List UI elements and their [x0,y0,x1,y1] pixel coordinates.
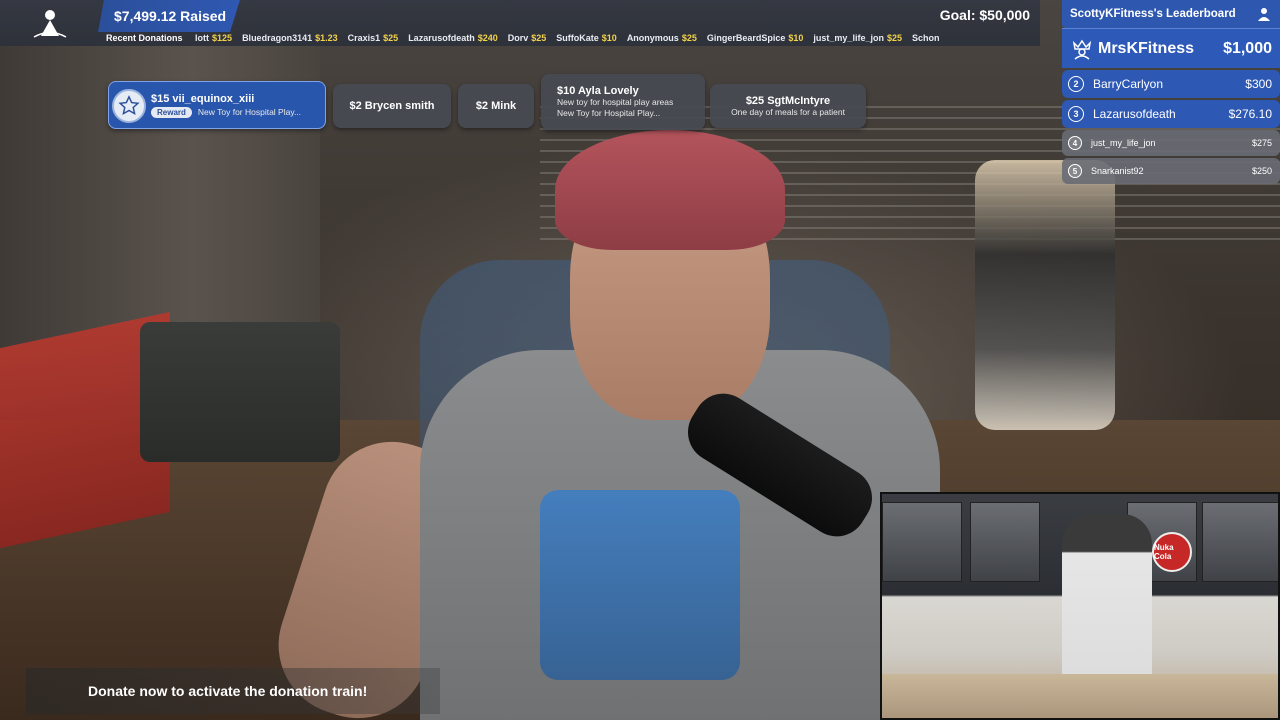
leaderboard-header: ScottyKFitness's Leaderboard [1062,0,1280,28]
st-jude-figure-icon [33,10,67,38]
donation-card: $2 Mink [458,84,534,128]
sign-text: Nuka Cola [1154,543,1174,561]
ticker-donation-amount: $10 [601,33,617,43]
leaderboard-amount: $276.10 [1228,107,1272,121]
ticker-donation-amount: $25 [681,33,697,43]
ticker-item: Lazarusofdeath $240 [408,33,498,43]
donation-card: $25 SgtMcIntyre One day of meals for a p… [710,84,866,128]
ticker-item: just_my_life_jon $25 [813,33,902,43]
ticker-donation-amount: $10 [788,33,804,43]
picture-in-picture-camera: Nuka Cola [880,492,1280,720]
leaderboard-row: 3 Lazarusofdeath $276.10 [1062,100,1280,128]
ticker-donor-name: Craxis1 [347,33,381,43]
logo [0,0,100,46]
ticker-item: Anonymous $25 [627,33,697,43]
donation-note: New Toy for Hospital Play... [557,108,661,118]
mascot-cutout [975,160,1115,430]
kitchen-cabinet [882,502,962,582]
donation-note: One day of meals for a patient [731,106,845,117]
leaderboard-amount: $275 [1251,138,1272,148]
leaderboard-top-name: MrsKFitness [1098,39,1195,57]
shirt-print [540,490,740,680]
leaderboard: ScottyKFitness's Leaderboard MrsKFitness… [1062,0,1280,184]
cook-person [1062,514,1152,684]
ticker-donation-amount: $125 [212,33,233,43]
donation-train-text: Donate now to activate the donation trai… [88,683,368,699]
ticker-item: Craxis1 $25 [348,33,399,43]
donation-title: $10 Ayla Lovely [557,85,639,97]
ticker-donation-amount: $1.23 [315,33,338,43]
ticker-label: Recent Donations [106,33,183,43]
kitchen-counter [882,674,1278,718]
leaderboard-top-amount: $1,000 [1223,39,1272,57]
streamer [260,120,950,720]
nuka-cola-sign: Nuka Cola [1152,532,1192,572]
ticker-donor-name: Bluedragon3141 [242,33,313,43]
ticker-donor-name: Lazarusofdeath [408,33,475,43]
ticker-donation-amount: $25 [383,33,399,43]
ticker-item: Bluedragon3141 $1.23 [242,33,338,43]
donation-title: $2 Mink [475,100,517,112]
ticker-item: GingerBeardSpice $10 [707,33,804,43]
goal-text: Goal: $50,000 [939,7,1030,23]
kitchen-cabinet [970,502,1040,582]
person-icon [1258,8,1270,21]
donation-card: $2 Brycen smith [333,84,451,128]
leaderboard-name: Lazarusofdeath [1093,107,1176,121]
leaderboard-top-entry: MrsKFitness $1,000 [1062,28,1280,68]
rank-badge: 5 [1068,164,1082,178]
rank-badge: 4 [1068,136,1082,150]
ticker-donor-name: GingerBeardSpice [706,33,786,43]
kitchen-cabinet [1202,502,1278,582]
ticker-item: SuffoKate $10 [556,33,617,43]
ticker-donation-amount: $25 [531,33,547,43]
donation-title: $25 SgtMcIntyre [745,94,831,107]
leaderboard-name: just_my_life_jon [1091,138,1156,148]
ticker-donor-name: Schon [911,33,940,43]
ticker-donor-name: Anonymous [626,33,679,43]
ticker-donor-name: Dorv [507,33,529,43]
leaderboard-name: BarryCarlyon [1093,77,1164,91]
leaderboard-row: 4 just_my_life_jon $275 [1062,130,1280,156]
ticker-donation-amount: $25 [886,33,902,43]
ticker-item: lott $125 [195,33,232,43]
donation-card: $10 Ayla Lovely New toy for hospital pla… [541,74,705,130]
featured-donation-note: New Toy for Hospital Play... [197,106,302,117]
ticker-item: Dorv $25 [508,33,547,43]
ticker-donation-amount: $240 [477,33,498,43]
leaderboard-amount: $300 [1245,77,1272,91]
donation-note: New toy for hospital play areas [557,97,674,107]
ticker-donor-name: SuffoKate [556,33,599,43]
leaderboard-amount: $250 [1251,166,1272,176]
donation-title: $2 Brycen smith [349,100,435,112]
featured-donation-title: $15 vii_equinox_xiii [151,92,255,105]
rank-badge: 3 [1068,106,1084,122]
donation-top-bar: $7,499.12 Raised Goal: $50,000 Recent Do… [0,0,1040,46]
star-badge-icon [112,89,146,123]
raised-amount: $7,499.12 Raised [114,8,227,24]
streamer-cap [555,130,785,250]
leaderboard-row: 5 Snarkanist92 $250 [1062,158,1280,184]
leaderboard-row: 2 BarryCarlyon $300 [1062,70,1280,98]
donation-train-banner: Donate now to activate the donation trai… [26,668,440,714]
ticker-item: Schon [912,33,943,43]
recent-donations-ticker: Recent Donations lott $125 Bluedragon3141 $… [106,33,1040,46]
ticker-donor-name: lott [195,33,210,43]
raised-total: $7,499.12 Raised [98,0,240,32]
leaderboard-name: Snarkanist92 [1091,166,1144,176]
featured-donation-card: $15 vii_equinox_xiii Reward New Toy for … [108,81,326,129]
leaderboard-title: ScottyKFitness's Leaderboard [1070,8,1236,20]
rank-badge: 2 [1068,76,1084,92]
ticker-donor-name: just_my_life_jon [813,33,884,43]
reward-badge: Reward [151,106,192,118]
crown-user-icon [1072,39,1092,60]
